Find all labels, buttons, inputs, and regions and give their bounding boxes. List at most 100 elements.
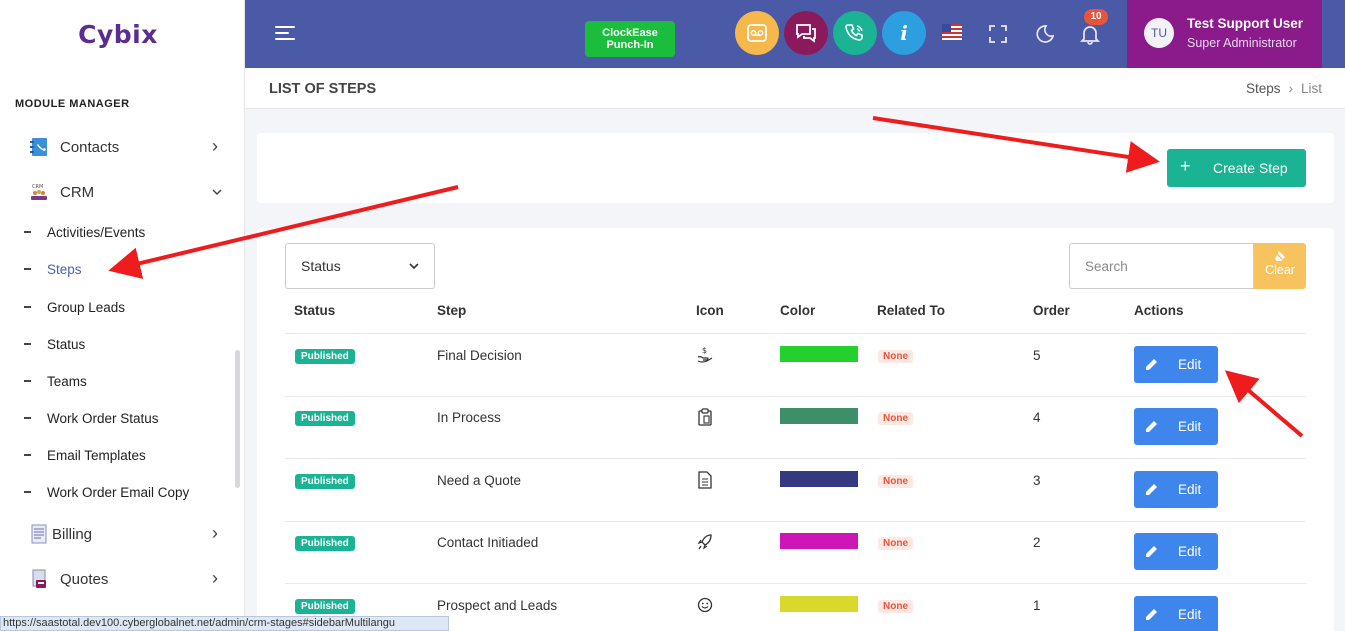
edit-label: Edit (1178, 419, 1202, 434)
us-flag-icon[interactable] (942, 24, 962, 40)
chevron-down-icon (212, 189, 222, 196)
sidebar-item-crm[interactable]: CRM CRM (0, 175, 245, 209)
sidebar-subitem-work-order-status[interactable]: Work Order Status (0, 406, 245, 430)
dash-marker (24, 268, 31, 270)
table-row: Published Contact Initiaded None 2 Edit (285, 521, 1306, 584)
dash-marker (24, 306, 31, 308)
sidebar-subitem-work-order-email-copy[interactable]: Work Order Email Copy (0, 480, 245, 504)
order-value: 5 (1033, 348, 1041, 363)
dark-mode-moon-icon[interactable] (1033, 23, 1055, 45)
color-swatch (780, 471, 858, 487)
edit-button[interactable]: Edit (1134, 346, 1218, 383)
breadcrumb-steps[interactable]: Steps (1246, 81, 1281, 96)
table-row: Published In Process None 4 Edit (285, 396, 1306, 459)
table-row: Published Need a Quote None 3 Edit (285, 459, 1306, 522)
clock-label-line1: ClockEase (602, 27, 658, 39)
search-input[interactable] (1069, 243, 1254, 289)
contacts-book-icon (30, 138, 47, 156)
related-to-badge: None (878, 600, 913, 613)
clockease-punch-in-button[interactable]: ClockEase Punch-In (585, 21, 675, 57)
column-header-icon: Icon (696, 303, 724, 318)
billing-document-icon (31, 524, 47, 544)
dash-marker (24, 491, 31, 493)
color-swatch (780, 533, 858, 549)
edit-button[interactable]: Edit (1134, 471, 1218, 508)
edit-label: Edit (1178, 607, 1202, 622)
sidebar-subitem-label: Group Leads (47, 299, 126, 315)
color-swatch (780, 408, 858, 424)
sidebar-subitem-label: Status (47, 336, 86, 352)
status-badge: Published (295, 411, 355, 426)
clipboard-icon (698, 408, 712, 426)
crm-icon: CRM (31, 184, 47, 200)
clear-button[interactable]: Clear (1254, 243, 1306, 289)
order-value: 3 (1033, 473, 1041, 488)
sidebar-subitem-email-templates[interactable]: Email Templates (0, 443, 245, 467)
sidebar-item-billing[interactable]: Billing › (0, 517, 245, 551)
step-name: Final Decision (437, 348, 522, 363)
step-name: Need a Quote (437, 473, 522, 488)
column-header-actions: Actions (1134, 303, 1184, 318)
sidebar-scrollbar[interactable] (235, 350, 240, 488)
sidebar-item-quotes[interactable]: Quotes › (0, 562, 245, 596)
section-title: MODULE MANAGER (15, 98, 130, 110)
color-swatch (780, 596, 858, 612)
status-badge: Published (295, 474, 355, 489)
fullscreen-icon[interactable] (987, 23, 1009, 45)
chevron-right-icon: › (212, 568, 218, 588)
breadcrumb-separator: › (1288, 81, 1293, 96)
sidebar-subitem-steps[interactable]: Steps (0, 257, 245, 281)
sidebar-subitem-group-leads[interactable]: Group Leads (0, 295, 245, 319)
status-filter-value: Status (301, 258, 341, 274)
svg-text:CRM: CRM (32, 184, 43, 190)
phone-button[interactable] (833, 11, 877, 55)
column-header-step: Step (437, 303, 467, 318)
edit-button[interactable]: Edit (1134, 596, 1218, 631)
browser-status-url: https://saastotal.dev100.cyberglobalnet.… (0, 616, 449, 631)
order-value: 2 (1033, 535, 1041, 550)
clear-label: Clear (1265, 263, 1295, 277)
info-button[interactable]: i (882, 11, 926, 55)
column-header-related-to: Related To (877, 303, 946, 318)
avatar: TU (1144, 18, 1174, 48)
pencil-icon (1146, 609, 1157, 620)
rocket-icon (697, 534, 712, 550)
notification-bell-icon[interactable] (1079, 23, 1101, 45)
page-header: LIST OF STEPS Steps › List (245, 68, 1345, 109)
brand-logo[interactable]: Cybix (0, 0, 244, 68)
voicemail-button[interactable] (735, 11, 779, 55)
user-profile-menu[interactable]: TU Test Support User Super Administrator (1127, 0, 1322, 68)
user-name: Test Support User (1187, 16, 1304, 31)
sidebar-subitem-label: Steps (47, 261, 82, 277)
sidebar-item-label: Contacts (60, 138, 120, 156)
chat-button[interactable] (784, 11, 828, 55)
edit-label: Edit (1178, 482, 1202, 497)
sidebar-item-label: Quotes (60, 570, 109, 588)
smiley-icon (697, 597, 713, 613)
column-header-order: Order (1033, 303, 1070, 318)
hamburger-menu-icon[interactable] (275, 26, 295, 42)
phone-call-icon (845, 24, 863, 41)
sidebar-subitem-label: Work Order Status (47, 410, 159, 426)
sidebar-subitem-teams[interactable]: Teams (0, 369, 245, 393)
edit-button[interactable]: Edit (1134, 408, 1218, 445)
create-step-button[interactable]: + Create Step (1167, 149, 1306, 187)
sidebar-item-label: CRM (60, 183, 95, 201)
page-title: LIST OF STEPS (269, 81, 377, 97)
edit-button[interactable]: Edit (1134, 533, 1218, 570)
info-icon: i (900, 21, 908, 45)
step-name: Prospect and Leads (437, 598, 558, 613)
steps-table-card: Status Clear Status Step Icon Color Rela… (257, 228, 1334, 631)
column-header-color: Color (780, 303, 816, 318)
status-filter-select[interactable]: Status (285, 243, 435, 289)
sidebar-item-contacts[interactable]: Contacts › (0, 130, 245, 164)
sidebar-subitem-activities[interactable]: Activities/Events (0, 220, 245, 244)
dash-marker (24, 380, 31, 382)
file-text-icon (698, 471, 712, 489)
quotes-icon (32, 569, 46, 588)
user-role: Super Administrator (1187, 36, 1297, 50)
status-badge: Published (295, 536, 355, 551)
pencil-icon (1146, 359, 1157, 370)
sidebar-subitem-status[interactable]: Status (0, 332, 245, 356)
pencil-icon (1146, 484, 1157, 495)
